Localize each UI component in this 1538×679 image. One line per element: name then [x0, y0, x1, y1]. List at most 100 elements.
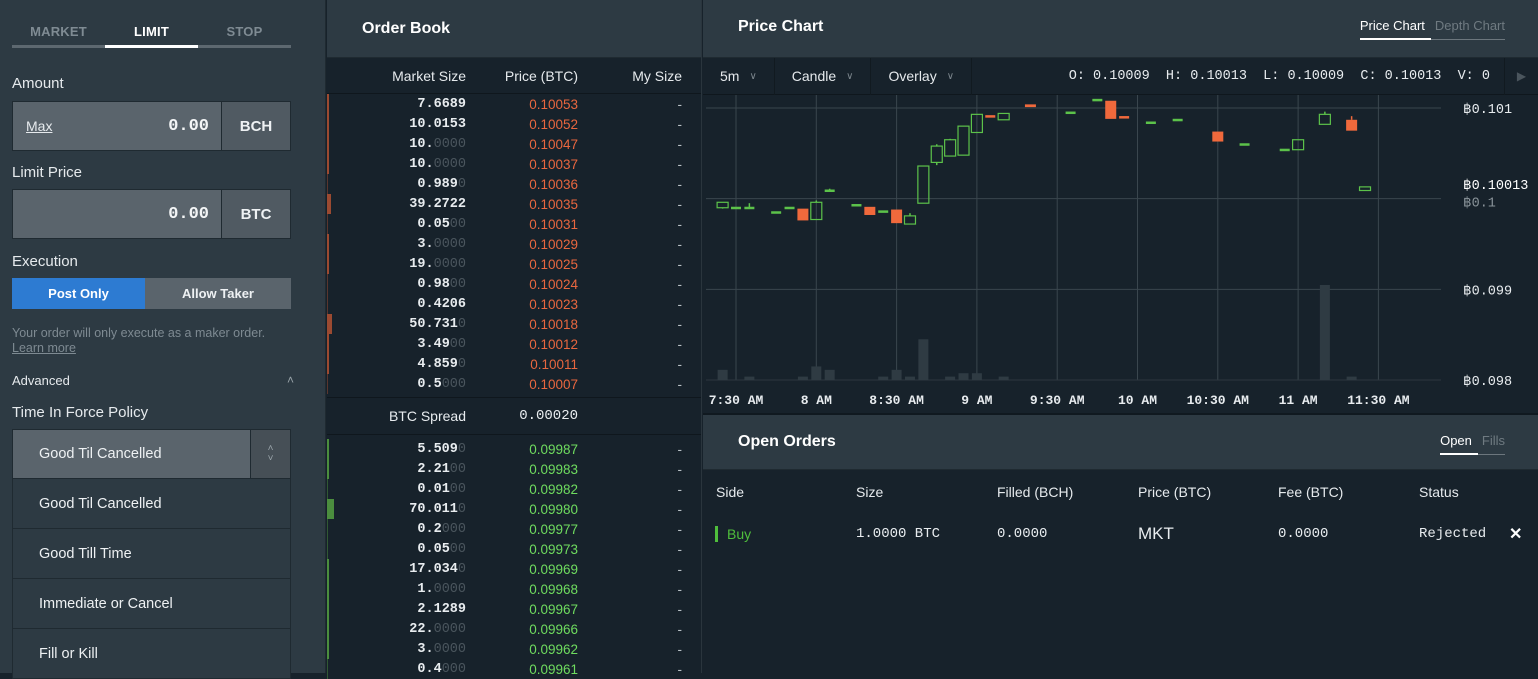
y-tick-label: ฿0.099 — [1463, 283, 1512, 299]
bid-row[interactable]: 3.0000 0.09962 - — [327, 639, 701, 659]
bid-row[interactable]: 1.0000 0.09968 - — [327, 579, 701, 599]
bid-row[interactable]: 70.0110 0.09980 - — [327, 499, 701, 519]
ask-row[interactable]: 10.0153 0.10052 - — [327, 114, 701, 134]
order-type-tabs: MARKET LIMIT STOP — [12, 20, 291, 48]
post-only-button[interactable]: Post Only — [12, 278, 145, 309]
tab-depth-chart[interactable]: Depth Chart — [1430, 18, 1505, 40]
ask-row[interactable]: 3.0000 0.10029 - — [327, 234, 701, 254]
play-icon[interactable]: ▶ — [1504, 57, 1538, 95]
depth-bar — [327, 354, 329, 374]
size-padding: 0000 — [433, 621, 466, 637]
bid-row[interactable]: 0.2000 0.09977 - — [327, 519, 701, 539]
volume-bar — [998, 376, 1009, 380]
market-size: 0.2000 — [327, 522, 466, 537]
cancel-order-close-icon[interactable]: ✕ — [1509, 524, 1522, 544]
tif-option-ioc[interactable]: Immediate or Cancel — [12, 579, 291, 629]
col-price: Price (BTC) — [1138, 484, 1212, 500]
limit-price-input[interactable]: 0.00 — [13, 190, 221, 238]
bids-list: 5.5090 0.09987-2.2100 0.09983-0.0100 0.0998… — [327, 439, 701, 679]
bid-row[interactable]: 5.5090 0.09987 - — [327, 439, 701, 459]
candle-doji — [878, 210, 889, 213]
ask-row[interactable]: 0.0500 0.10031 - — [327, 214, 701, 234]
market-size: 7.6689 — [327, 97, 466, 112]
ask-row[interactable]: 7.6689 0.10053 - — [327, 94, 701, 114]
volume-bar — [971, 373, 982, 380]
time-in-force-select[interactable]: Good Til Cancelled ˄ ˅ — [12, 429, 291, 479]
market-size: 19.0000 — [327, 257, 466, 272]
depth-bar — [327, 579, 329, 599]
amount-input[interactable]: Max 0.00 — [13, 102, 221, 150]
market-size: 5.5090 — [327, 442, 466, 457]
size-padding: 0000 — [433, 136, 466, 152]
overlay-dropdown[interactable]: Overlay ∨ — [871, 57, 973, 95]
chart-type-dropdown[interactable]: Candle ∨ — [775, 57, 872, 95]
tab-fills[interactable]: Fills — [1477, 433, 1505, 455]
market-size: 39.2722 — [327, 197, 466, 212]
volume-bar — [824, 369, 835, 380]
tab-price-chart[interactable]: Price Chart — [1359, 18, 1431, 40]
my-size: - — [677, 256, 683, 272]
market-size: 70.0110 — [327, 502, 466, 517]
interval-value: 5m — [720, 68, 740, 84]
bid-row[interactable]: 22.0000 0.09966 - — [327, 619, 701, 639]
ask-row[interactable]: 0.9800 0.10024 - — [327, 274, 701, 294]
bid-row[interactable]: 2.1289 0.09967 - — [327, 599, 701, 619]
candle-doji — [1279, 148, 1290, 152]
candlestick-chart[interactable]: ฿0.101 ฿0.1 ฿0.099 ฿0.098 ฿0.10013 7:30 AM 8 A… — [703, 95, 1538, 413]
volume-bar — [1319, 285, 1330, 380]
ask-row[interactable]: 3.4900 0.10012 - — [327, 334, 701, 354]
ask-row[interactable]: 4.8590 0.10011 - — [327, 354, 701, 374]
volume-bar — [904, 376, 915, 380]
max-link[interactable]: Max — [26, 118, 52, 134]
spread-value: 0.00020 — [519, 408, 578, 424]
col-price: Price (BTC) — [504, 67, 578, 84]
col-size: Size — [856, 484, 884, 500]
size-value: 0.4 — [417, 661, 442, 677]
market-size: 0.0500 — [327, 542, 466, 557]
size-padding: 0 — [457, 561, 466, 577]
open-orders-panel: Open Orders Open Fills Side Size Filled … — [703, 413, 1538, 673]
learn-more-link[interactable]: Learn more — [12, 341, 265, 356]
tab-open[interactable]: Open — [1440, 433, 1478, 455]
x-tick-label: 9 AM — [961, 393, 992, 408]
order-fee: 0.0000 — [1278, 526, 1329, 542]
size-padding: 00 — [449, 276, 466, 292]
bid-row[interactable]: 0.0100 0.09982 - — [327, 479, 701, 499]
volume-bar — [797, 376, 808, 380]
interval-dropdown[interactable]: 5m ∨ — [703, 57, 775, 95]
bid-row[interactable]: 17.0340 0.09969 - — [327, 559, 701, 579]
tif-option-gtt[interactable]: Good Till Time — [12, 529, 291, 579]
ask-row[interactable]: 10.0000 0.10037 - — [327, 154, 701, 174]
ask-row[interactable]: 50.7310 0.10018 - — [327, 314, 701, 334]
tab-market[interactable]: MARKET — [12, 20, 105, 48]
ask-row[interactable]: 0.9890 0.10036 - — [327, 174, 701, 194]
my-size: - — [677, 376, 683, 392]
bid-row[interactable]: 0.4000 0.09961 - — [327, 659, 701, 679]
candle-doji — [731, 206, 741, 210]
allow-taker-button[interactable]: Allow Taker — [145, 278, 291, 309]
depth-bar — [327, 174, 328, 194]
bid-row[interactable]: 2.2100 0.09983 - — [327, 459, 701, 479]
ask-row[interactable]: 0.4206 0.10023 - — [327, 294, 701, 314]
price: 0.09977 — [529, 521, 578, 537]
ask-row[interactable]: 19.0000 0.10025 - — [327, 254, 701, 274]
tif-option-fok[interactable]: Fill or Kill — [12, 629, 291, 679]
tab-stop[interactable]: STOP — [198, 20, 291, 48]
size-value: 2.21 — [417, 461, 450, 477]
advanced-toggle[interactable]: Advanced ˄ — [12, 373, 294, 388]
tab-limit[interactable]: LIMIT — [105, 20, 198, 48]
depth-bar — [327, 619, 329, 639]
price: 0.09987 — [529, 441, 578, 457]
tif-option-gtc[interactable]: Good Til Cancelled — [12, 479, 291, 529]
order-row[interactable]: Buy 1.0000 BTC 0.0000 MKT 0.0000 Rejecte… — [703, 514, 1538, 554]
size-value: 1. — [417, 581, 434, 597]
size-padding: 000 — [441, 376, 466, 392]
bid-row[interactable]: 0.0500 0.09973 - — [327, 539, 701, 559]
size-padding: 0000 — [433, 156, 466, 172]
depth-bar — [327, 519, 328, 539]
ask-row[interactable]: 39.2722 0.10035 - — [327, 194, 701, 214]
depth-bar — [327, 479, 328, 499]
ask-row[interactable]: 0.5000 0.10007 - — [327, 374, 701, 394]
ask-row[interactable]: 10.0000 0.10047 - — [327, 134, 701, 154]
x-tick-label: 10:30 AM — [1187, 393, 1250, 408]
